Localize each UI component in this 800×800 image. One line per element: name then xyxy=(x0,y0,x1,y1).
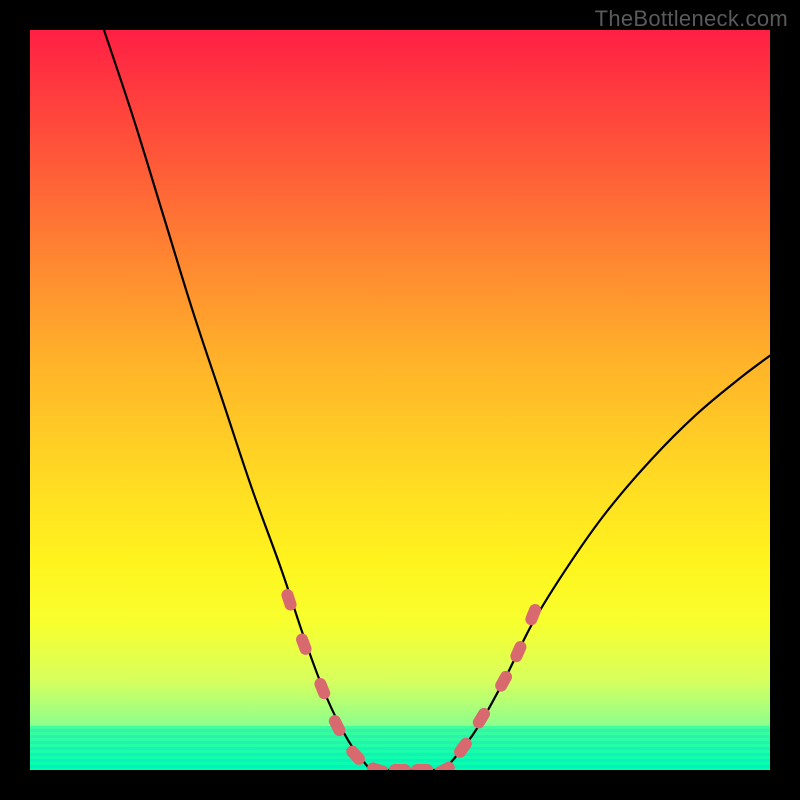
bottleneck-curve-right xyxy=(444,356,770,770)
data-bead xyxy=(411,764,433,770)
bottleneck-curve-left xyxy=(104,30,370,770)
data-bead xyxy=(389,764,411,770)
curve-layer xyxy=(30,30,770,770)
watermark-text: TheBottleneck.com xyxy=(595,6,788,32)
plot-area xyxy=(30,30,770,770)
data-bead xyxy=(365,761,390,770)
data-bead xyxy=(313,676,332,701)
bead-group xyxy=(280,587,543,770)
chart-frame: TheBottleneck.com xyxy=(0,0,800,800)
data-bead xyxy=(508,639,528,664)
data-bead xyxy=(493,669,514,694)
data-bead xyxy=(524,602,543,627)
